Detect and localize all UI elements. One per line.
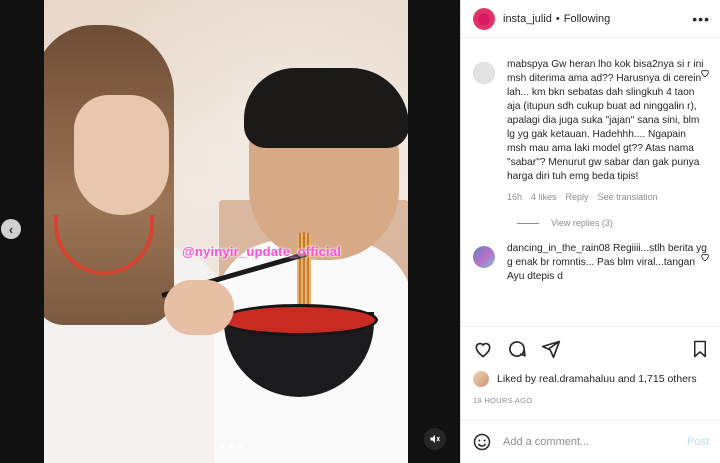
comment-input[interactable]: Add a comment... (503, 436, 589, 448)
comment-meta: 16h 4 likes Reply See translation (507, 190, 707, 204)
man-figure-hair (244, 68, 408, 148)
post-actions-section: Liked by real.dramahaluu and 1,715 other… (461, 326, 720, 405)
send-icon[interactable] (541, 339, 561, 359)
following-button[interactable]: Following (564, 13, 610, 25)
likes-summary: Liked by real.dramahaluu and 1,715 other… (461, 371, 720, 387)
post-button[interactable]: Post (687, 436, 709, 448)
comment-icon[interactable] (507, 339, 527, 359)
liked-by-user[interactable]: real.dramahaluu (539, 373, 615, 385)
see-translation-button[interactable]: See translation (598, 190, 658, 204)
woman-figure-face (74, 95, 169, 215)
comments-list: mabspya Gw heran lho kok bisa2nya si r i… (461, 58, 720, 326)
carousel-dot (220, 444, 225, 449)
carousel-dot-active (229, 444, 234, 449)
post-username[interactable]: insta_julid (503, 13, 552, 25)
comment-item: mabspya Gw heran lho kok bisa2nya si r i… (461, 58, 720, 204)
post-photo[interactable]: @nyinyir_update_official (44, 0, 408, 463)
reply-button[interactable]: Reply (566, 190, 589, 204)
likes-count[interactable]: and 1,715 others (618, 373, 697, 385)
comment-time[interactable]: 16h (507, 190, 522, 204)
avatar[interactable] (473, 62, 495, 84)
post-sidebar: insta_julid • Following ••• mabspya Gw h… (460, 0, 720, 463)
post-timestamp: 19 HOURS AGO (473, 396, 533, 405)
comment-likes[interactable]: 4 likes (531, 190, 557, 204)
add-comment-bar: Add a comment... Post (461, 420, 720, 463)
view-replies-button[interactable]: View replies (3) (517, 218, 720, 228)
more-icon[interactable]: ••• (692, 11, 710, 27)
heart-icon[interactable] (473, 339, 493, 359)
bookmark-icon[interactable] (691, 339, 709, 359)
avatar[interactable] (473, 7, 495, 30)
post-media-panel: @nyinyir_update_official ‹ (0, 0, 460, 463)
comment-item: dancing_in_the_rain08 Regiiii...stlh ber… (461, 242, 720, 284)
likes-prefix: Liked by (497, 373, 537, 385)
post-header: insta_julid • Following ••• (461, 0, 720, 38)
comment-text: Gw heran lho kok bisa2nya si r ini msh d… (507, 59, 704, 182)
heart-icon[interactable] (700, 68, 710, 78)
woman-figure-hand (164, 280, 234, 335)
carousel-dot (238, 444, 243, 449)
noodle-bowl-rim (220, 304, 378, 336)
carousel-dots (220, 444, 243, 449)
watermark: @nyinyir_update_official (182, 244, 342, 259)
comment-username[interactable]: mabspya (507, 59, 548, 70)
separator: • (555, 12, 560, 25)
heart-icon[interactable] (700, 252, 710, 262)
avatar[interactable] (473, 371, 489, 387)
speaker-muted-icon[interactable] (424, 428, 446, 450)
comment-username[interactable]: dancing_in_the_rain08 (507, 243, 610, 254)
chevron-left-icon[interactable]: ‹ (1, 219, 21, 239)
action-bar (461, 327, 720, 371)
avatar[interactable] (473, 246, 495, 268)
emoji-icon[interactable] (473, 433, 491, 451)
